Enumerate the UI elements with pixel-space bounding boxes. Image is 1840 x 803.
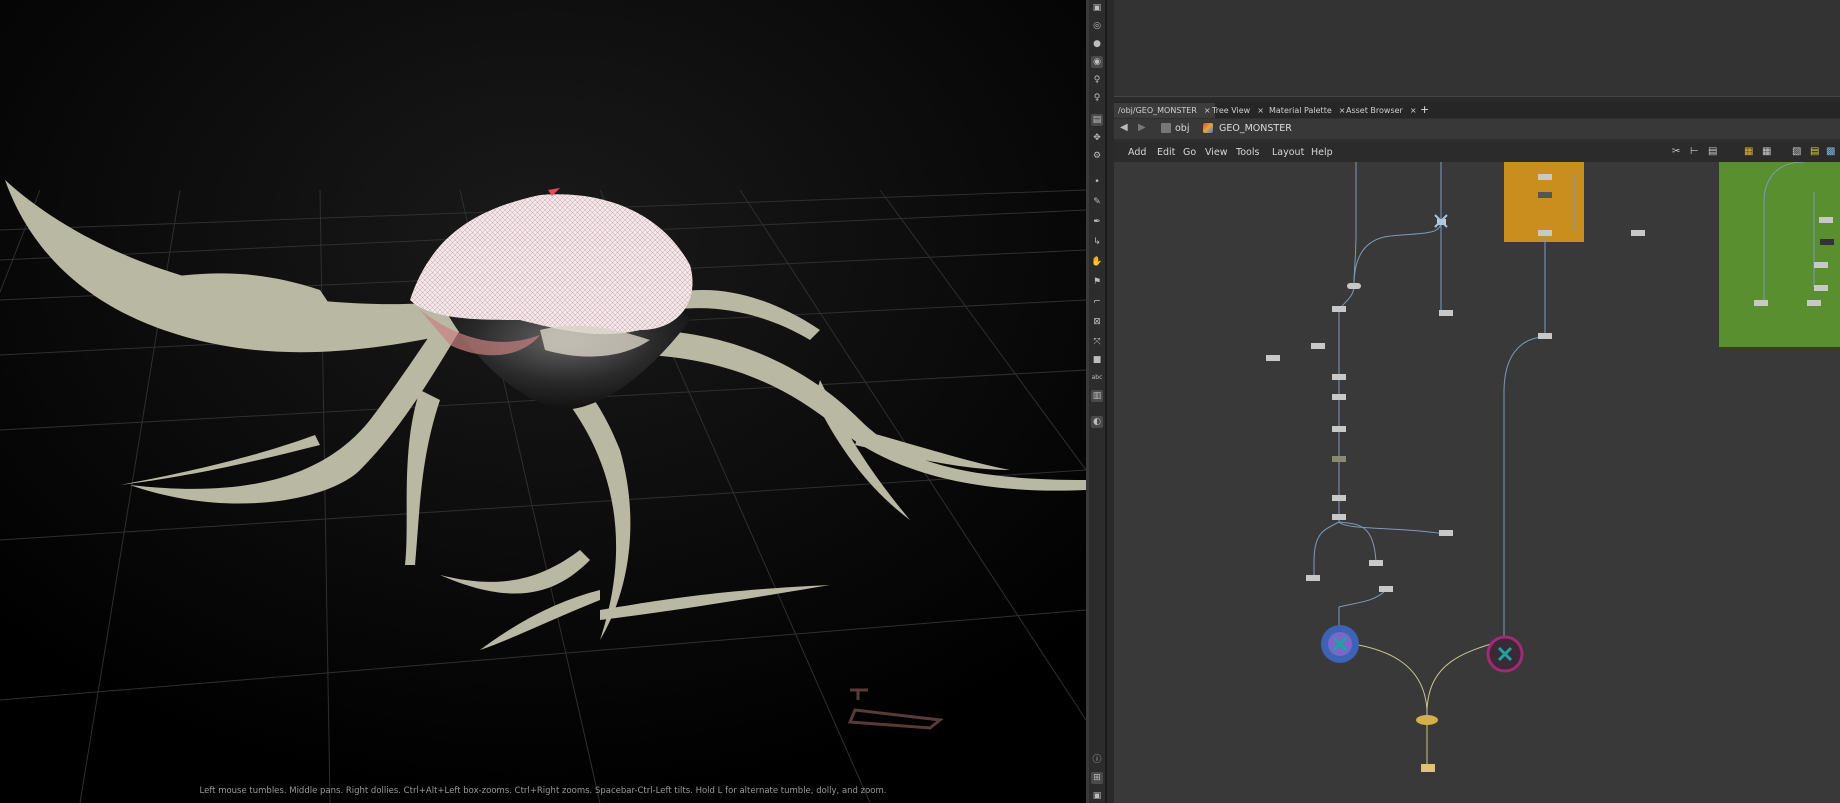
- tab-label: /obj/GEO_MONSTER: [1118, 106, 1197, 115]
- square-icon[interactable]: ■: [1091, 354, 1103, 366]
- bulb-icon[interactable]: ♀: [1091, 74, 1103, 86]
- tab-tree-view[interactable]: Tree View ×: [1208, 103, 1268, 118]
- lock-icon[interactable]: ▣: [1091, 2, 1103, 14]
- graph-node: [1332, 456, 1346, 462]
- network-editor[interactable]: [1114, 162, 1840, 803]
- output-wires: [1338, 639, 1505, 767]
- info-icon[interactable]: ⓘ: [1091, 754, 1103, 766]
- add-tab-button[interactable]: +: [1420, 103, 1429, 116]
- light-icon[interactable]: ◉: [1091, 56, 1103, 68]
- box-icon[interactable]: ⊠: [1091, 316, 1103, 328]
- hand-icon[interactable]: ✋: [1091, 256, 1103, 268]
- obj-folder-icon: [1161, 123, 1171, 133]
- view-icon[interactable]: ◐: [1091, 416, 1103, 428]
- list-icon[interactable]: ▤: [1708, 146, 1717, 157]
- tile-view-icon[interactable]: ▦: [1744, 146, 1753, 157]
- graph-node: [1807, 300, 1821, 306]
- graph-node: [1538, 230, 1552, 236]
- grid-icon[interactable]: ⊞: [1091, 772, 1103, 784]
- graph-node: [1754, 300, 1768, 306]
- back-arrow-icon[interactable]: ◀: [1120, 122, 1128, 133]
- graph-node: [1369, 560, 1383, 566]
- viewport-toolbar: ▣ ◎ ● ◉ ♀ ♀ ▤ ✥ ⚙ • ✎ ✒ ↳ ✋ ⚑ ⌐ ⊠ ⤧ ■ ab…: [1089, 0, 1106, 803]
- menu-edit[interactable]: Edit: [1157, 147, 1175, 158]
- menu-add[interactable]: Add: [1128, 147, 1146, 158]
- image-icon[interactable]: ▧: [1792, 146, 1801, 157]
- graph-node: [1332, 374, 1346, 380]
- graph-node: [1332, 306, 1346, 312]
- viewport-scene[interactable]: [0, 0, 1086, 803]
- select-icon[interactable]: ◎: [1091, 20, 1103, 32]
- camera-icon[interactable]: ♀: [1091, 92, 1103, 104]
- point-icon[interactable]: •: [1091, 176, 1103, 188]
- viewport-hint-text: Left mouse tumbles. Middle pans. Right d…: [199, 786, 887, 796]
- graph-node: [1332, 495, 1346, 501]
- render-icon[interactable]: ▥: [1091, 390, 1103, 402]
- close-icon[interactable]: ×: [1257, 106, 1264, 115]
- menu-go[interactable]: Go: [1183, 147, 1196, 158]
- menu-view[interactable]: View: [1205, 147, 1228, 158]
- menu-layout[interactable]: Layout: [1272, 147, 1304, 158]
- tab-network[interactable]: /obj/GEO_MONSTER ×: [1114, 103, 1215, 118]
- graph-node: [1311, 343, 1325, 349]
- graph-node: [1439, 310, 1453, 316]
- graph-node: [1820, 239, 1834, 245]
- graph-node: [1379, 586, 1393, 592]
- output-node[interactable]: [1421, 764, 1435, 772]
- graph-node: [1266, 355, 1280, 361]
- gold-merge-node[interactable]: [1416, 715, 1438, 725]
- path-current[interactable]: GEO_MONSTER: [1219, 123, 1292, 134]
- pen-icon[interactable]: ✒: [1091, 216, 1103, 228]
- parameter-pane: [1114, 0, 1840, 96]
- tab-asset-browser[interactable]: Asset Browser ×: [1342, 103, 1421, 118]
- brush-icon[interactable]: ✎: [1091, 196, 1103, 208]
- flag-icon[interactable]: ⚑: [1091, 276, 1103, 288]
- graph-node: [1814, 262, 1828, 268]
- wrench-icon[interactable]: ✂: [1672, 146, 1680, 157]
- abc-icon[interactable]: abc: [1091, 372, 1103, 384]
- tree-icon[interactable]: ⊢: [1690, 146, 1699, 157]
- graph-node: [1332, 426, 1346, 432]
- graph-node: [1306, 575, 1320, 581]
- network-box-green[interactable]: [1719, 162, 1840, 347]
- sphere-icon[interactable]: ●: [1091, 38, 1103, 50]
- pane-tab-bar: /obj/GEO_MONSTER × Tree View × Material …: [1114, 102, 1840, 118]
- 3d-viewport[interactable]: Left mouse tumbles. Middle pans. Right d…: [0, 0, 1086, 803]
- graph-node: [1538, 174, 1552, 180]
- graph-node: [1819, 217, 1833, 223]
- handle-icon[interactable]: ⚙: [1091, 150, 1103, 162]
- graph-node: [1814, 285, 1828, 291]
- network-menu-bar: Add Edit Go View Tools Layout Help ✂ ⊢ ▤…: [1114, 142, 1840, 162]
- sticky-note-icon[interactable]: ▤: [1810, 146, 1819, 157]
- graph-node: [1538, 333, 1552, 339]
- path-bar: ◀ ▶ obj GEO_MONSTER: [1114, 119, 1840, 139]
- snapshot-icon[interactable]: ▤: [1091, 114, 1103, 126]
- graph-node: [1439, 530, 1453, 536]
- node-graph[interactable]: [1114, 162, 1840, 803]
- tab-label: Asset Browser: [1346, 106, 1403, 115]
- transform-icon[interactable]: ✥: [1091, 132, 1103, 144]
- network-pane: /obj/GEO_MONSTER × Tree View × Material …: [1114, 0, 1840, 803]
- graph-node: [1631, 230, 1645, 236]
- node-icon[interactable]: ⤧: [1091, 336, 1103, 348]
- menu-help[interactable]: Help: [1311, 147, 1333, 158]
- path-root[interactable]: obj: [1175, 123, 1189, 134]
- close-icon[interactable]: ×: [1410, 106, 1417, 115]
- tab-material-palette[interactable]: Material Palette ×: [1265, 103, 1349, 118]
- menu-tools[interactable]: Tools: [1236, 147, 1259, 158]
- graph-node: [1332, 394, 1346, 400]
- tab-label: Material Palette: [1269, 106, 1332, 115]
- display-icon[interactable]: ▣: [1091, 790, 1103, 802]
- curve-icon[interactable]: ↳: [1091, 236, 1103, 248]
- tab-label: Tree View: [1212, 106, 1251, 115]
- axis-icon[interactable]: ⌐: [1091, 296, 1103, 308]
- graph-node: [1347, 283, 1361, 289]
- background-image-icon[interactable]: ▩: [1826, 146, 1835, 157]
- geo-node-icon: [1203, 123, 1213, 133]
- graph-node: [1538, 192, 1552, 198]
- graph-node: [1332, 514, 1346, 520]
- forward-arrow-icon[interactable]: ▶: [1138, 122, 1146, 133]
- grid-view-icon[interactable]: ▦: [1762, 146, 1771, 157]
